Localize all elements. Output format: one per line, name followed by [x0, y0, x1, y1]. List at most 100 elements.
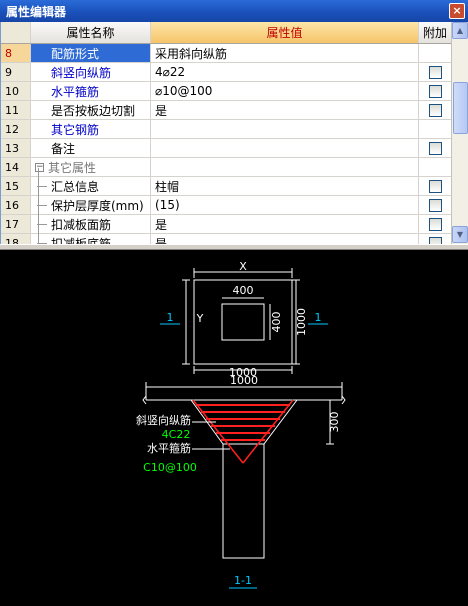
- row-value[interactable]: 是: [151, 215, 419, 233]
- row-num: 8: [1, 44, 31, 62]
- row-name[interactable]: 配筋形式: [31, 44, 151, 62]
- section-width-label: 1000: [230, 374, 258, 387]
- row-name[interactable]: 扣减板底筋: [31, 234, 151, 244]
- row-name[interactable]: 汇总信息: [31, 177, 151, 195]
- section-depth-label: 300: [328, 412, 341, 433]
- label-diag-bar-value: 4C22: [162, 428, 191, 441]
- cap-right-edge: [263, 399, 298, 445]
- table-row[interactable]: 16 保护层厚度(mm) (15): [1, 196, 452, 215]
- row-name[interactable]: 其它钢筋: [31, 120, 151, 138]
- row-add: [419, 44, 452, 62]
- label-stirrup-value: C10@100: [143, 461, 197, 474]
- row-name[interactable]: 是否按板边切割: [31, 101, 151, 119]
- row-num: 13: [1, 139, 31, 157]
- row-value[interactable]: 是: [151, 234, 419, 244]
- row-value[interactable]: [151, 139, 419, 157]
- row-name[interactable]: 保护层厚度(mm): [31, 196, 151, 214]
- diagonal-bar: [242, 399, 294, 464]
- section-mark-right: 1: [315, 311, 322, 324]
- table-header: 属性名称 属性值 附加: [1, 22, 452, 44]
- row-add: [419, 139, 452, 157]
- row-value[interactable]: 是: [151, 101, 419, 119]
- row-value[interactable]: 4⌀22: [151, 63, 419, 81]
- vertical-scrollbar[interactable]: ▲ ▼: [451, 22, 468, 244]
- table-row-group[interactable]: 14 − 其它属性: [1, 158, 452, 177]
- row-name[interactable]: 斜竖向纵筋: [31, 63, 151, 81]
- plan-y-label: Y: [196, 312, 204, 325]
- row-value[interactable]: (15): [151, 196, 419, 214]
- table-row[interactable]: 10 水平箍筋 ⌀10@100: [1, 82, 452, 101]
- row-add: [419, 63, 452, 81]
- row-value[interactable]: 采用斜向纵筋: [151, 44, 419, 62]
- row-add: [419, 215, 452, 233]
- row-name-text: 扣减板面筋: [51, 217, 112, 232]
- table-row[interactable]: 13 备注: [1, 139, 452, 158]
- add-checkbox[interactable]: [428, 141, 442, 155]
- row-add: [419, 120, 452, 138]
- add-checkbox[interactable]: [428, 179, 442, 193]
- scroll-up-button[interactable]: ▲: [452, 22, 468, 39]
- drawing-canvas: X 400 400 Y 1000 1000 1 1 1000 300 斜竖向纵筋…: [0, 250, 468, 606]
- plan-inner-rect: [221, 303, 265, 341]
- row-name[interactable]: 扣减板面筋: [31, 215, 151, 233]
- inner-width-label: 400: [233, 284, 254, 297]
- add-checkbox[interactable]: [428, 103, 442, 117]
- table-row[interactable]: 17 扣减板面筋 是: [1, 215, 452, 234]
- label-stirrup: 水平箍筋: [147, 441, 191, 455]
- header-num: [1, 22, 31, 43]
- header-add[interactable]: 附加: [419, 22, 452, 43]
- row-num: 15: [1, 177, 31, 195]
- row-add: [419, 196, 452, 214]
- row-add: [419, 177, 452, 195]
- row-add: [419, 101, 452, 119]
- property-grid: 属性名称 属性值 附加 8 配筋形式 采用斜向纵筋 9 斜竖向纵筋 4⌀22 1…: [0, 22, 468, 244]
- row-num: 16: [1, 196, 31, 214]
- header-value[interactable]: 属性值: [151, 22, 419, 43]
- collapse-icon[interactable]: −: [35, 162, 44, 172]
- drawing-svg: X 400 400 Y 1000 1000 1 1 1000 300 斜竖向纵筋…: [136, 260, 346, 589]
- add-checkbox[interactable]: [428, 65, 442, 79]
- add-checkbox[interactable]: [428, 217, 442, 231]
- row-num: 10: [1, 82, 31, 100]
- row-num: 9: [1, 63, 31, 81]
- label-diag-bar: 斜竖向纵筋: [136, 413, 191, 427]
- tree-trunk-line: [38, 168, 39, 244]
- row-add: [419, 82, 452, 100]
- row-value[interactable]: [151, 120, 419, 138]
- row-name-text: 扣减板底筋: [51, 236, 112, 245]
- row-name-group[interactable]: − 其它属性: [31, 158, 151, 176]
- column-rect: [222, 443, 265, 559]
- row-num: 18: [1, 234, 31, 244]
- add-checkbox[interactable]: [428, 236, 442, 244]
- row-name-text: 保护层厚度(mm): [51, 198, 144, 213]
- table-row[interactable]: 12 其它钢筋: [1, 120, 452, 139]
- add-checkbox[interactable]: [428, 84, 442, 98]
- section-mark-left: 1: [167, 311, 174, 324]
- row-name[interactable]: 备注: [31, 139, 151, 157]
- table-row[interactable]: 11 是否按板边切割 是: [1, 101, 452, 120]
- close-button[interactable]: ×: [449, 3, 465, 19]
- inner-height-label: 400: [270, 312, 283, 333]
- diagonal-bar: [192, 399, 244, 464]
- row-value[interactable]: ⌀10@100: [151, 82, 419, 100]
- row-value: [151, 158, 419, 176]
- add-checkbox[interactable]: [428, 198, 442, 212]
- row-name[interactable]: 水平箍筋: [31, 82, 151, 100]
- scroll-thumb[interactable]: [453, 82, 468, 134]
- table-row[interactable]: 15 汇总信息 柱帽: [1, 177, 452, 196]
- scroll-down-button[interactable]: ▼: [452, 226, 468, 243]
- row-num: 12: [1, 120, 31, 138]
- window-title: 属性编辑器: [6, 4, 67, 19]
- header-name[interactable]: 属性名称: [31, 22, 151, 43]
- table-row[interactable]: 9 斜竖向纵筋 4⌀22: [1, 63, 452, 82]
- row-num: 14: [1, 158, 31, 176]
- row-add: [419, 234, 452, 244]
- section-title: 1-1: [234, 574, 252, 587]
- window-titlebar: 属性编辑器 ×: [0, 0, 468, 22]
- row-num: 17: [1, 215, 31, 233]
- table-row[interactable]: 8 配筋形式 采用斜向纵筋: [1, 44, 452, 63]
- row-value[interactable]: 柱帽: [151, 177, 419, 195]
- plan-x-label: X: [239, 260, 247, 273]
- table-row[interactable]: 18 扣减板底筋 是: [1, 234, 452, 244]
- row-num: 11: [1, 101, 31, 119]
